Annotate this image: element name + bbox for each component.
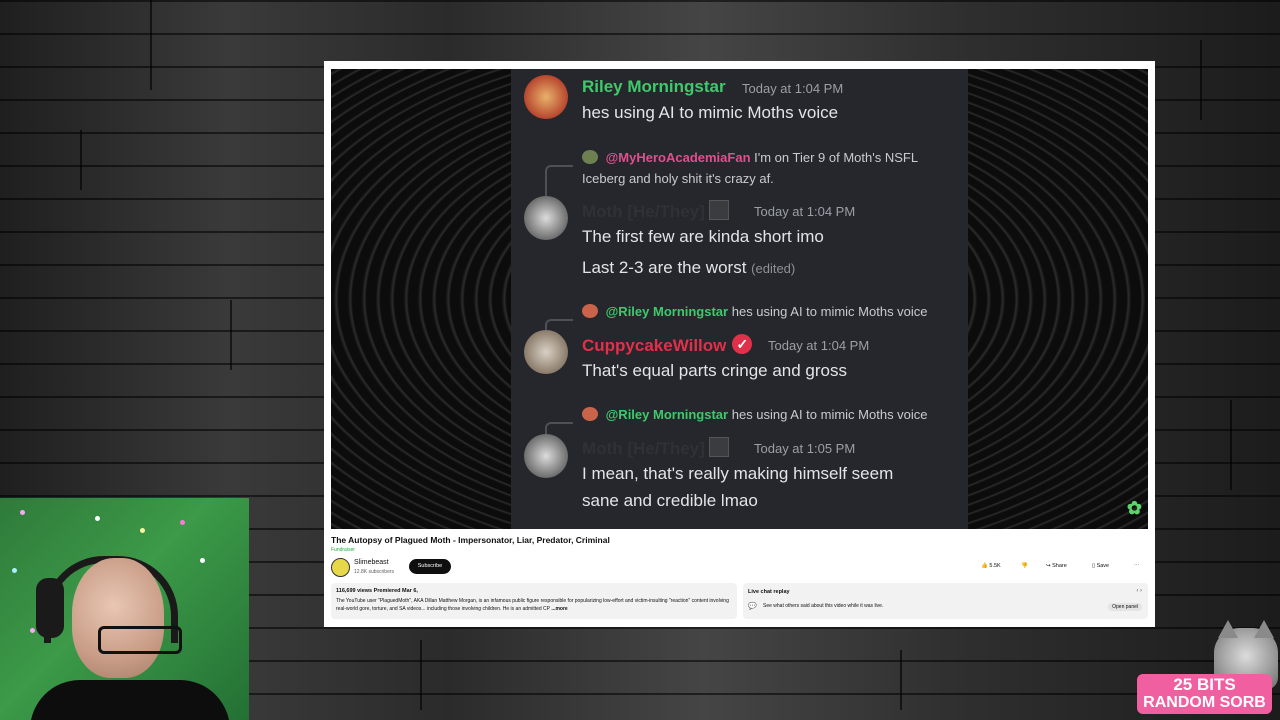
message-text: Last 2-3 are the worst (edited) <box>582 258 796 277</box>
youtube-page: Riley Morningstar Today at 1:04 PM hes u… <box>324 61 1155 627</box>
message-text: hes using AI to mimic Moths voice <box>582 103 839 122</box>
bits-amount: 25 BITS <box>1173 675 1236 694</box>
reply-text: I'm on Tier 9 of Moth's NSFL <box>754 150 919 165</box>
save-button[interactable]: ▯ Save <box>1092 560 1109 573</box>
headphone-earcup <box>36 578 64 638</box>
message-time: Today at 1:04 PM <box>742 81 844 96</box>
more-actions-button[interactable]: ⋯ <box>1134 560 1140 573</box>
message-time: Today at 1:05 PM <box>754 441 856 456</box>
message-author: CuppycakeWillow ✓ <box>582 334 753 356</box>
message-author: Moth [He/They] <box>582 200 729 222</box>
description-box[interactable]: 116,699 views Premiered Mar 6, The YouTu… <box>331 583 737 619</box>
reply-avatar-icon <box>582 150 598 164</box>
share-button[interactable]: ↪ Share <box>1046 560 1067 573</box>
channel-watermark-icon: ✿ <box>1126 498 1142 518</box>
avatar <box>524 75 568 119</box>
fundraiser-label[interactable]: Fundraiser <box>331 547 355 553</box>
streamer-head <box>72 558 164 678</box>
cat-ear <box>1254 620 1274 638</box>
bookmark-icon: ▯ <box>1092 563 1096 569</box>
message-time: Today at 1:04 PM <box>768 338 870 353</box>
discord-chat-screenshot: Riley Morningstar Today at 1:04 PM hes u… <box>511 69 968 529</box>
bits-reward: RANDOM SORB <box>1143 694 1266 711</box>
reply-text: hes using AI to mimic Moths voice <box>731 304 928 319</box>
description-text: The YouTube user "PlaguedMoth", AKA Dill… <box>336 598 729 612</box>
reply-preview: @Riley Morningstar hes using AI to mimic… <box>582 304 928 319</box>
reply-mention: @MyHeroAcademiaFan <box>605 150 751 165</box>
like-button[interactable]: 👍 5.5K <box>981 560 1001 573</box>
role-icon <box>708 437 729 457</box>
avatar <box>524 434 568 478</box>
description-more-link[interactable]: ...more <box>551 606 567 612</box>
message-text: That's equal parts cringe and gross <box>582 361 848 380</box>
fairy-light <box>30 628 35 633</box>
streamer-shirt <box>30 680 230 720</box>
reply-preview: @Riley Morningstar hes using AI to mimic… <box>582 407 928 422</box>
subscribe-button[interactable]: Subscribe <box>409 559 451 574</box>
video-title: The Autopsy of Plagued Moth - Impersonat… <box>331 535 610 545</box>
channel-name[interactable]: Slimebeast <box>354 559 389 566</box>
thumbs-up-icon: 👍 <box>981 563 988 569</box>
reply-avatar-icon <box>582 304 598 318</box>
message-author: Moth [He/They] <box>582 437 729 459</box>
message-text: The first few are kinda short imo <box>582 227 824 246</box>
role-icon <box>708 200 729 220</box>
message-time: Today at 1:04 PM <box>754 204 856 219</box>
reply-mention: @Riley Morningstar <box>605 304 729 319</box>
glasses <box>98 626 182 654</box>
live-chat-title: Live chat replay <box>748 589 790 595</box>
avatar <box>524 330 568 374</box>
fairy-light <box>20 510 25 515</box>
fairy-light <box>12 568 17 573</box>
reply-preview-line2: Iceberg and holy shit it's crazy af. <box>582 171 774 186</box>
open-panel-button[interactable]: Open panel <box>1108 603 1142 611</box>
chat-bubble-icon: 💬 <box>748 603 757 610</box>
video-player[interactable]: Riley Morningstar Today at 1:04 PM hes u… <box>331 69 1148 529</box>
dislike-button[interactable]: 👎 <box>1021 560 1028 573</box>
thumbs-down-icon: 👎 <box>1021 563 1028 569</box>
view-count: 116,699 views Premiered Mar 6, <box>336 588 418 594</box>
edited-tag: (edited) <box>751 261 796 276</box>
share-icon: ↪ <box>1046 563 1051 569</box>
verified-icon: ✓ <box>732 334 753 354</box>
reply-text: hes using AI to mimic Moths voice <box>731 407 928 422</box>
fairy-light <box>200 558 205 563</box>
reply-preview: @MyHeroAcademiaFan I'm on Tier 9 of Moth… <box>582 150 918 165</box>
avatar <box>524 196 568 240</box>
fairy-light <box>180 520 185 525</box>
subscriber-count: 12.8K subscribers <box>354 569 395 575</box>
channel-avatar[interactable] <box>331 558 350 577</box>
reply-avatar-icon <box>582 407 598 421</box>
live-chat-replay-box: Live chat replay ‹ › 💬 See what others s… <box>743 583 1148 619</box>
bits-alert-badge: 25 BITS RANDOM SORB <box>1137 674 1272 714</box>
live-chat-text: See what others said about this video wh… <box>763 603 884 609</box>
fairy-light <box>95 516 100 521</box>
fairy-light <box>140 528 145 533</box>
message-author: Riley Morningstar <box>582 77 726 96</box>
reply-mention: @Riley Morningstar <box>605 407 729 422</box>
message-text: sane and credible lmao <box>582 491 758 510</box>
cat-ear <box>1218 620 1238 638</box>
webcam-overlay <box>0 498 249 720</box>
chevron-nav-icon[interactable]: ‹ › <box>1136 588 1142 594</box>
message-text: I mean, that's really making himself see… <box>582 464 894 483</box>
